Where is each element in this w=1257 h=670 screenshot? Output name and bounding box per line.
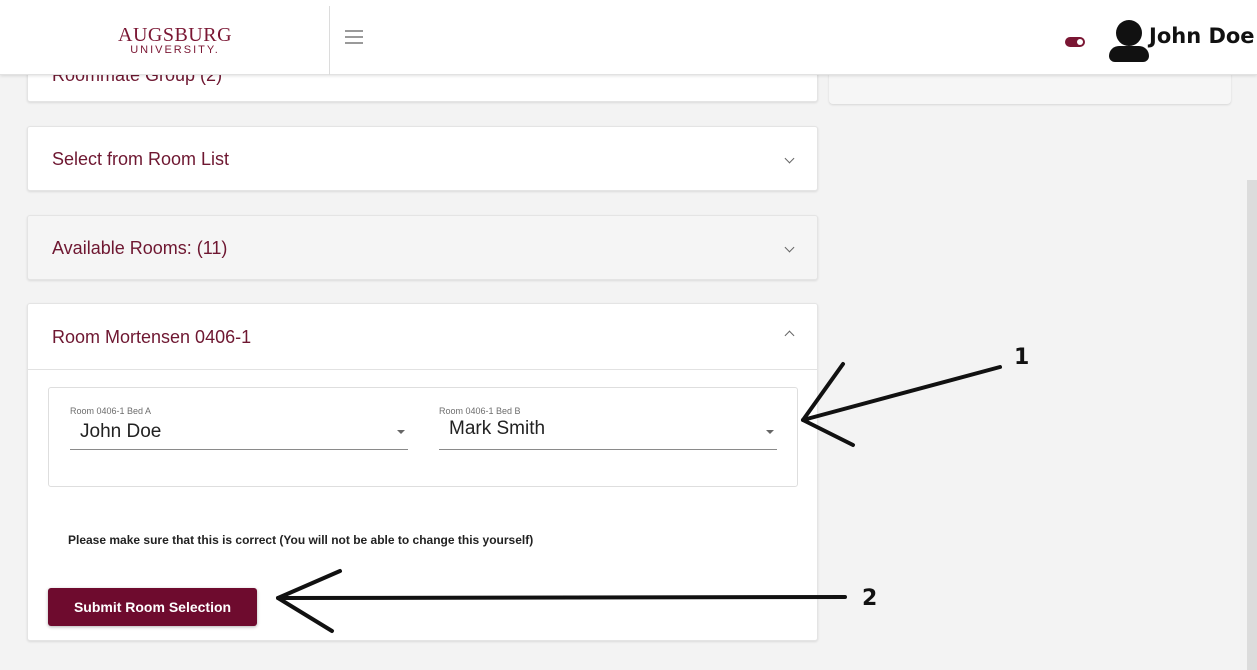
logo-main-text: AUGSBURG bbox=[118, 24, 233, 46]
accordion-title: Select from Room List bbox=[52, 149, 230, 169]
annotation-number-2: 2 bbox=[862, 586, 877, 611]
divider bbox=[28, 369, 817, 370]
accordion-title: Room Mortensen 0406-1 bbox=[52, 327, 252, 347]
bed-a-value: John Doe bbox=[80, 421, 162, 442]
bed-b-value: Mark Smith bbox=[449, 418, 546, 439]
bed-a-select[interactable]: Room 0406-1 Bed A John Doe bbox=[70, 406, 408, 450]
bed-a-label: Room 0406-1 Bed A bbox=[70, 406, 152, 416]
accordion-room-mortensen[interactable]: Room Mortensen 0406-1 Room 0406-1 Bed A … bbox=[27, 303, 818, 641]
logo-area: AUGSBURG UNIVERSITY. bbox=[0, 6, 330, 75]
dropdown-caret-icon[interactable] bbox=[766, 430, 774, 434]
accordion-available-rooms[interactable]: Available Rooms: (11) bbox=[27, 215, 818, 280]
annotation-number-1: 1 bbox=[1014, 345, 1029, 370]
chevron-down-icon[interactable] bbox=[784, 242, 795, 253]
chevron-down-icon[interactable] bbox=[784, 153, 795, 164]
accordion-title: Available Rooms: (11) bbox=[52, 238, 228, 258]
toggle-icon[interactable] bbox=[1065, 37, 1085, 47]
submit-room-selection-button[interactable]: Submit Room Selection bbox=[48, 588, 257, 626]
bed-b-select[interactable]: Room 0406-1 Bed B Mark Smith bbox=[439, 406, 777, 450]
bed-b-label: Room 0406-1 Bed B bbox=[439, 406, 521, 416]
scrollbar[interactable] bbox=[1247, 180, 1257, 670]
chevron-up-icon[interactable] bbox=[784, 330, 795, 341]
university-logo[interactable]: AUGSBURG UNIVERSITY. bbox=[118, 24, 233, 56]
hamburger-icon[interactable] bbox=[345, 30, 363, 44]
user-avatar-icon[interactable] bbox=[1107, 20, 1151, 62]
annotation-arrow-1 bbox=[801, 362, 1002, 447]
logo-sub-text: UNIVERSITY. bbox=[130, 44, 220, 56]
user-name[interactable]: John Doe bbox=[1149, 24, 1255, 48]
dropdown-caret-icon[interactable] bbox=[397, 430, 405, 434]
bed-assignment-card: Room 0406-1 Bed A John Doe Room 0406-1 B… bbox=[48, 387, 798, 487]
accordion-select-room-list[interactable]: Select from Room List bbox=[27, 126, 818, 191]
top-header: AUGSBURG UNIVERSITY. John Doe bbox=[0, 0, 1257, 75]
confirmation-notice: Please make sure that this is correct (Y… bbox=[68, 533, 534, 547]
